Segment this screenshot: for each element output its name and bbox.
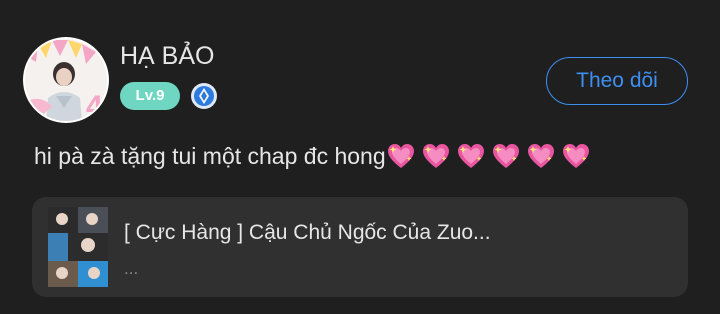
comment-post: 4 HẠ BẢO Lv.9 Theo dõi hi pà zà tặng tui… [0,0,720,314]
sparkling-heart-icon [561,142,591,170]
comment-body: hi pà zà tặng tui một chap đc hong [34,143,386,169]
user-avatar[interactable]: 4 [22,36,110,124]
sparkling-heart-icon [526,142,556,170]
comic-thumbnail [48,207,108,287]
follow-button[interactable]: Theo dõi [546,57,688,105]
sparkling-heart-icon [386,142,416,170]
svg-text:4: 4 [86,90,103,123]
comment-text: hi pà zà tặng tui một chap đc hong [34,138,694,174]
emoji-row [386,143,596,169]
linked-comic-card[interactable]: [ Cực Hàng ] Cậu Chủ Ngốc Của Zuo... ... [32,197,688,297]
sparkling-heart-icon [421,142,451,170]
card-subtitle: ... [124,259,139,278]
card-title: [ Cực Hàng ] Cậu Chủ Ngốc Của Zuo... [124,221,491,244]
username[interactable]: HẠ BẢO [120,40,214,72]
sparkling-heart-icon [456,142,486,170]
shield-badge-icon [190,82,218,110]
sparkling-heart-icon [491,142,521,170]
level-badge: Lv.9 [120,82,180,110]
